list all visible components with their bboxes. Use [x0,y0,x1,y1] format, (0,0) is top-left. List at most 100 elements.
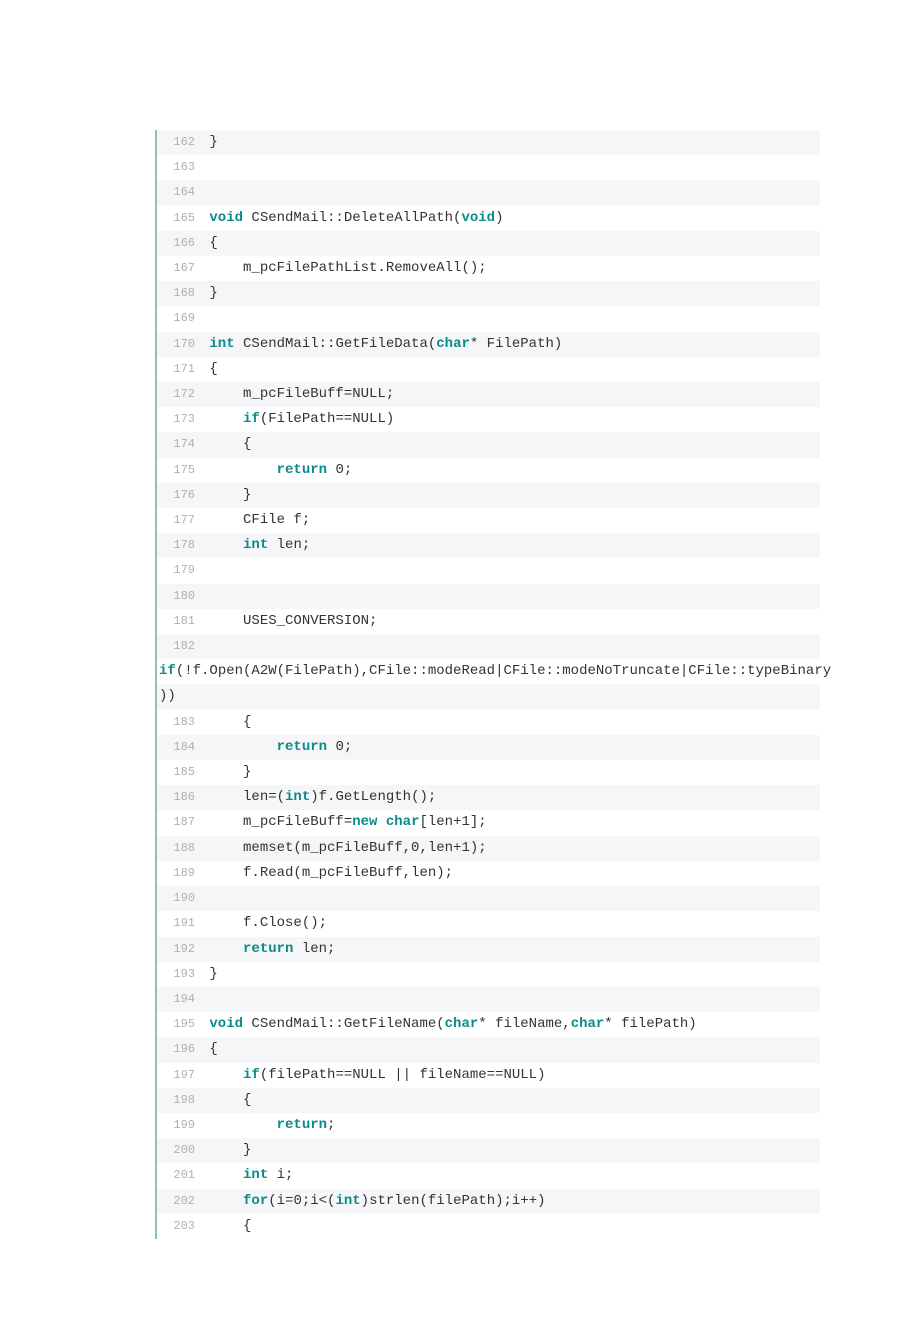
code-line: 203 { [157,1214,820,1239]
code-token: (i=0;i<( [268,1193,335,1209]
code-token: * filePath) [604,1016,696,1032]
code-token: CSendMail::GetFileData( [235,336,437,352]
line-number: 195 [157,1012,201,1037]
keyword-token: if [243,411,260,427]
code-token: USES_CONVERSION; [209,613,377,629]
line-number: 191 [157,911,201,936]
code-content: } [201,281,820,306]
code-line: 183 { [157,710,820,735]
code-token: { [209,1041,217,1057]
code-line: 200 } [157,1138,820,1163]
code-line: 181 USES_CONVERSION; [157,609,820,634]
code-line: 165 void CSendMail::DeleteAllPath(void) [157,206,820,231]
code-content [201,987,820,1012]
keyword-token: void [209,1016,243,1032]
line-number: 172 [157,382,201,407]
code-line: 196 { [157,1037,820,1062]
code-token: * fileName, [478,1016,570,1032]
code-content: { [201,1037,820,1062]
keyword-token: return [277,1117,327,1133]
code-line: 164 [157,180,820,205]
code-content: m_pcFilePathList.RemoveAll(); [201,256,820,281]
code-content: { [201,1088,820,1113]
code-content [201,180,820,205]
code-line: 197 if(filePath==NULL || fileName==NULL) [157,1063,820,1088]
line-number: 196 [157,1037,201,1062]
code-token: 0; [327,462,352,478]
code-line: 195 void CSendMail::GetFileName(char* fi… [157,1012,820,1037]
line-number: 192 [157,937,201,962]
code-content: return 0; [201,458,820,483]
code-content: { [201,432,820,457]
code-token [209,1067,243,1083]
code-token: f.Close(); [209,915,327,931]
code-token: } [209,966,217,982]
code-content: } [201,130,820,155]
line-number: 166 [157,231,201,256]
line-number: 182 [157,634,201,659]
line-number: 175 [157,458,201,483]
code-line: 180 [157,584,820,609]
code-line: 201 int i; [157,1163,820,1188]
line-number: 170 [157,332,201,357]
code-line: 173 if(FilePath==NULL) [157,407,820,432]
code-line: 175 return 0; [157,458,820,483]
line-number: 200 [157,1138,201,1163]
code-content: f.Read(m_pcFileBuff,len); [201,861,820,886]
keyword-token: char [436,336,470,352]
code-token: m_pcFileBuff=NULL; [209,386,394,402]
code-content: USES_CONVERSION; [201,609,820,634]
line-number: 173 [157,407,201,432]
code-block: 162 }163 164 165 void CSendMail::DeleteA… [155,130,820,1239]
code-content: if(!f.Open(A2W(FilePath),CFile::modeRead… [157,659,831,684]
code-content [201,155,820,180]
line-number: 171 [157,357,201,382]
line-number: 185 [157,760,201,785]
keyword-token: char [445,1016,479,1032]
code-line: 168 } [157,281,820,306]
code-content: for(i=0;i<(int)strlen(filePath);i++) [201,1189,820,1214]
code-content: if(filePath==NULL || fileName==NULL) [201,1063,820,1088]
code-content: return; [201,1113,820,1138]
keyword-token: for [243,1193,268,1209]
code-line: 172 m_pcFileBuff=NULL; [157,382,820,407]
keyword-token: if [159,663,176,679]
code-content: } [201,1138,820,1163]
code-token: len; [268,537,310,553]
code-content [201,558,820,583]
code-token: m_pcFileBuff= [209,814,352,830]
code-line: 190 [157,886,820,911]
code-token: (filePath==NULL || fileName==NULL) [260,1067,546,1083]
code-token: { [209,1218,251,1234]
keyword-token: new [352,814,377,830]
code-line: 167 m_pcFilePathList.RemoveAll(); [157,256,820,281]
code-content [201,634,820,659]
code-token: } [209,764,251,780]
code-line: 163 [157,155,820,180]
code-token: { [209,235,217,251]
code-content: void CSendMail::DeleteAllPath(void) [201,206,820,231]
code-line: 188 memset(m_pcFileBuff,0,len+1); [157,836,820,861]
code-content: if(FilePath==NULL) [201,407,820,432]
code-line: 199 return; [157,1113,820,1138]
code-content: int CSendMail::GetFileData(char* FilePat… [201,332,820,357]
line-number: 165 [157,206,201,231]
code-token: CFile f; [209,512,310,528]
line-number: 202 [157,1189,201,1214]
code-content: } [201,962,820,987]
line-number: 186 [157,785,201,810]
code-content: { [201,231,820,256]
keyword-token: int [335,1193,360,1209]
line-number: 197 [157,1063,201,1088]
code-token: (FilePath==NULL) [260,411,394,427]
line-number: 164 [157,180,201,205]
keyword-token: return [277,462,327,478]
code-token: } [209,134,217,150]
code-token: } [209,285,217,301]
code-token: } [209,487,251,503]
code-token: [len+1]; [419,814,486,830]
code-token: )f.GetLength(); [310,789,436,805]
code-content: CFile f; [201,508,820,533]
code-line: 192 return len; [157,937,820,962]
code-line: 193 } [157,962,820,987]
